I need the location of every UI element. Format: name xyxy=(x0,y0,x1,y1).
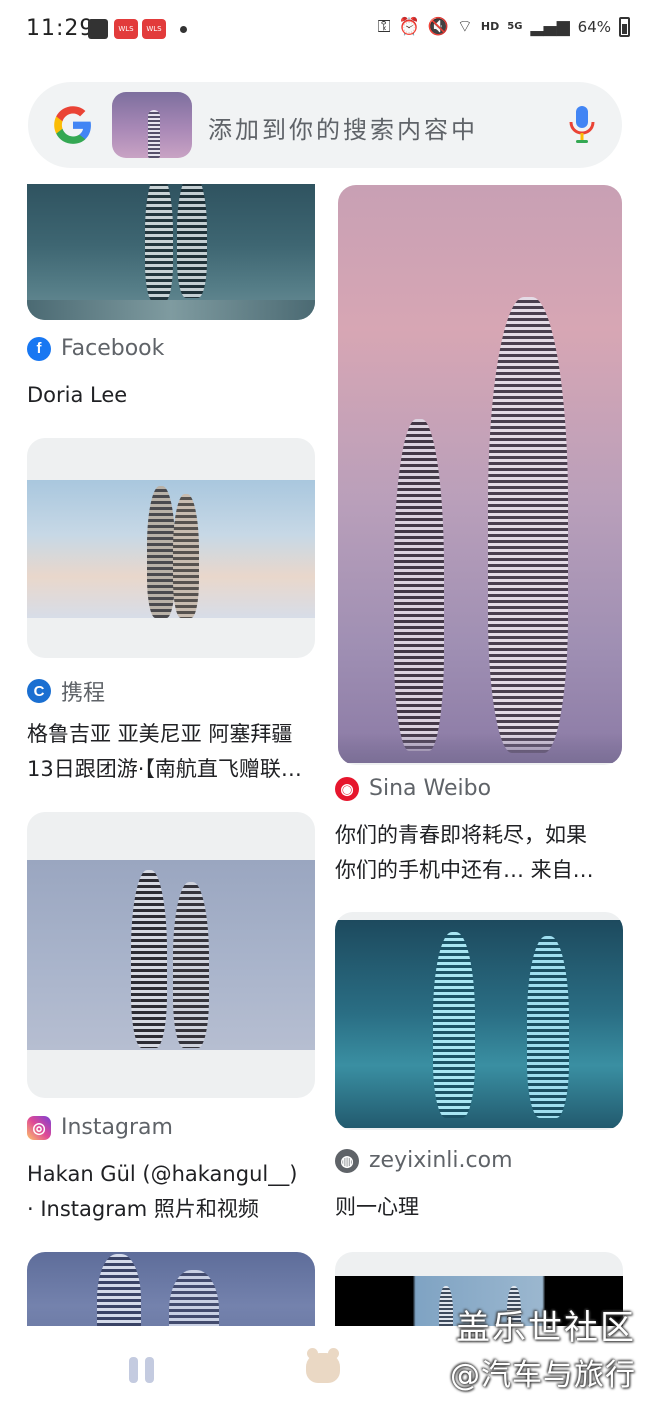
hd-indicator: HD xyxy=(480,20,500,33)
result-source[interactable]: ◉ Sina Weibo xyxy=(335,776,491,801)
gallery-notification-icon xyxy=(88,19,108,39)
result-source[interactable]: f Facebook xyxy=(27,336,164,361)
photo xyxy=(27,480,315,618)
battery-icon xyxy=(619,16,630,37)
status-bar: 11:29 WLS WLS ⚿ ⏰ 🔇 ⌔ HD 5G ▂▄▆ 64% xyxy=(0,0,650,62)
result-title[interactable]: Doria Lee xyxy=(27,378,127,413)
result-title[interactable]: 你们的青春即将耗尽，如果 你们的手机中还有… 来自… xyxy=(335,818,594,888)
source-label: Facebook xyxy=(61,336,165,361)
ctrip-icon: C xyxy=(27,679,51,703)
photo xyxy=(27,860,315,1050)
alarm-icon: ⏰ xyxy=(398,16,420,37)
statue-figure xyxy=(394,419,444,751)
facebook-icon: f xyxy=(27,336,51,361)
instagram-icon: ◎ xyxy=(27,1115,51,1140)
search-bar[interactable]: 添加到你的搜索内容中 xyxy=(28,82,622,168)
statue-figure xyxy=(488,297,568,753)
search-image-thumbnail[interactable] xyxy=(112,92,192,158)
microphone-icon[interactable] xyxy=(568,104,596,146)
app-notification-icon: WLS xyxy=(142,19,166,39)
photo-ground xyxy=(338,733,622,763)
statue-figure xyxy=(173,882,209,1048)
google-logo-icon xyxy=(54,106,91,144)
status-time: 11:29 xyxy=(26,16,95,41)
status-indicators: ⚿ ⏰ 🔇 ⌔ HD 5G ▂▄▆ 64% xyxy=(378,16,630,37)
title-line: 你们的青春即将耗尽，如果 xyxy=(335,823,587,847)
battery-percent: 64% xyxy=(577,17,611,36)
result-image[interactable] xyxy=(27,812,315,1098)
watermark-text: @汽车与旅行 xyxy=(450,1358,636,1393)
key-icon: ⚿ xyxy=(377,16,391,37)
statue-figure xyxy=(173,494,199,618)
photo-ground xyxy=(27,300,315,320)
photo xyxy=(335,920,623,1128)
source-label: Instagram xyxy=(61,1115,173,1140)
result-title[interactable]: 则一心理 xyxy=(335,1190,419,1225)
globe-icon: ◍ xyxy=(335,1148,359,1173)
bear-icon[interactable] xyxy=(306,1348,340,1383)
title-line: Hakan Gül (@hakangul__) xyxy=(27,1162,298,1186)
result-source[interactable]: ◎ Instagram xyxy=(27,1115,173,1140)
mute-icon: 🔇 xyxy=(427,16,449,37)
weibo-icon: ◉ xyxy=(335,776,359,801)
source-label: Sina Weibo xyxy=(369,776,492,801)
5g-indicator: 5G xyxy=(507,21,523,32)
search-placeholder[interactable]: 添加到你的搜索内容中 xyxy=(208,110,478,145)
result-title[interactable]: Hakan Gül (@hakangul__) · Instagram 照片和视… xyxy=(27,1157,297,1227)
pause-icon[interactable] xyxy=(127,1357,157,1383)
statue-figure xyxy=(131,870,167,1048)
result-source[interactable]: C 携程 xyxy=(27,675,105,707)
statue-figure xyxy=(148,110,160,158)
title-line: 13日跟团游·【南航直飞赠联… xyxy=(27,757,302,781)
result-title[interactable]: 格鲁吉亚 亚美尼亚 阿塞拜疆 13日跟团游·【南航直飞赠联… xyxy=(27,717,302,787)
statue-figure xyxy=(145,184,173,302)
source-label: zeyixinli.com xyxy=(369,1148,513,1173)
title-line: · Instagram 照片和视频 xyxy=(27,1197,259,1221)
result-source[interactable]: ◍ zeyixinli.com xyxy=(335,1148,513,1173)
result-image[interactable] xyxy=(338,185,622,765)
result-image[interactable] xyxy=(335,912,623,1130)
app-notification-icon: WLS xyxy=(114,19,138,39)
title-line: 则一心理 xyxy=(335,1195,419,1219)
title-line: 你们的手机中还有… 来自… xyxy=(335,858,594,882)
wifi-icon: ⌔ xyxy=(456,17,473,37)
title-line: 格鲁吉亚 亚美尼亚 阿塞拜疆 xyxy=(27,722,293,746)
watermark-text: 盖乐世社区 xyxy=(456,1308,636,1348)
title-line: Doria Lee xyxy=(27,383,128,407)
statue-figure xyxy=(177,184,207,298)
statue-figure xyxy=(147,486,175,618)
statue-figure xyxy=(527,936,569,1118)
result-image[interactable] xyxy=(27,184,315,320)
photo xyxy=(338,185,622,763)
signal-icon: ▂▄▆ xyxy=(530,16,570,37)
source-label: 携程 xyxy=(61,681,106,706)
statue-figure xyxy=(433,932,475,1118)
result-image[interactable] xyxy=(27,438,315,658)
more-notifications-icon xyxy=(180,26,187,33)
